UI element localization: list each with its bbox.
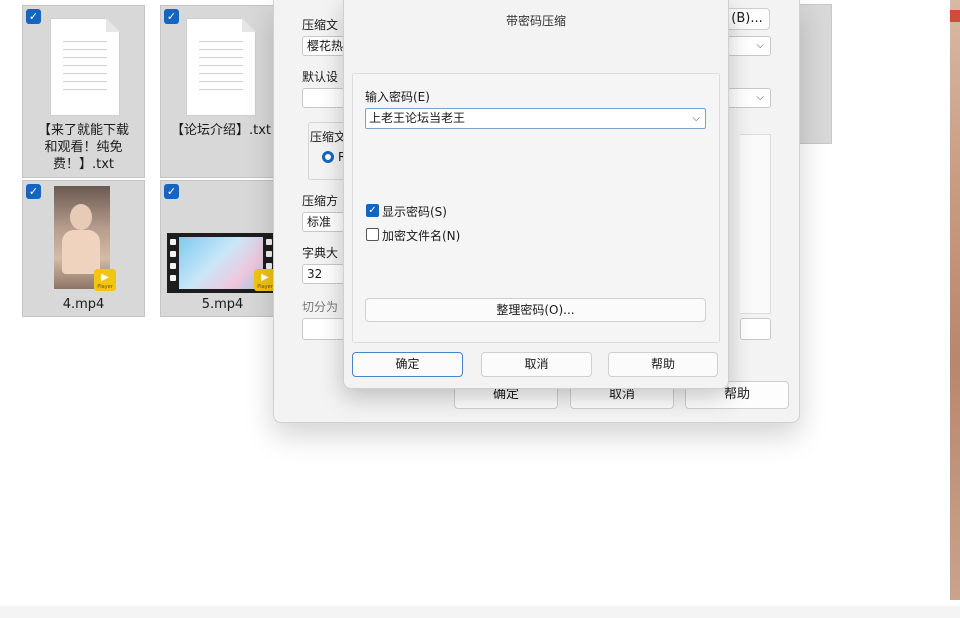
format-label: 压缩文 [310,130,347,144]
profile-button[interactable] [302,88,347,108]
text-file-icon [50,18,120,116]
file-tile[interactable]: ✓ ▶ Player 4.mp4 [22,180,145,317]
encrypt-filenames-checkbox[interactable] [366,228,379,241]
file-name: 4.mp4 [62,297,105,312]
update-mode-select[interactable]: ⌵ [724,36,771,56]
enter-password-label: 输入密码(E) [365,90,430,104]
photo-thumbnail-edge [950,0,960,600]
parameters-input[interactable] [740,318,771,340]
split-label: 切分为 [302,300,339,314]
file-tile[interactable]: ✓ 【来了就能下载 和观看！纯免 费！】.txt [22,5,145,178]
dictionary-label: 字典大 [302,246,339,260]
file-name: 5.mp4 [201,297,244,312]
player-badge-icon: ▶ Player [94,269,116,291]
chevron-down-icon[interactable]: ⌵ [692,109,700,128]
password-dialog: 带密码压缩 输入密码(E) 上老王论坛当老王 ⌵ ✓ 显示密码(S) 加密文件名… [343,0,729,389]
browse-button[interactable]: (B)... [724,8,770,30]
checkbox-checked-icon[interactable]: ✓ [26,184,41,199]
checkbox-checked-icon[interactable]: ✓ [164,9,179,24]
file-tile[interactable]: ✓ ▶ Player 5.mp4 [160,180,285,317]
rar-radio[interactable] [322,151,334,163]
chevron-down-icon: ⌵ [756,40,764,51]
file-name: 【来了就能下载 和观看！纯免 费！】.txt [37,123,129,172]
default-settings-label: 默认设 [302,70,339,84]
password-value: 上老王论坛当老王 [369,111,466,125]
checkbox-checked-icon[interactable]: ✓ [26,9,41,24]
method-label: 压缩方 [302,194,339,208]
show-password-label[interactable]: 显示密码(S) [382,203,447,220]
ok-button[interactable]: 确定 [352,352,463,377]
checkbox-checked-icon[interactable]: ✓ [164,184,179,199]
dialog-title: 带密码压缩 [505,14,566,28]
dictionary-select[interactable]: 32 [302,264,347,284]
file-name: 【论坛介绍】.txt [171,123,272,138]
options-select[interactable]: ⌵ [724,88,771,108]
photo-tag [950,10,960,22]
text-file-icon [186,18,256,116]
archive-name-input[interactable]: 樱花热 [302,36,347,56]
organize-passwords-button[interactable]: 整理密码(O)... [365,298,706,322]
bottom-strip [0,606,960,618]
method-select[interactable]: 标准 [302,212,347,232]
options-panel [740,134,771,314]
chevron-down-icon: ⌵ [756,92,764,103]
show-password-checkbox[interactable]: ✓ [366,204,379,217]
encrypt-filenames-label[interactable]: 加密文件名(N) [382,227,460,244]
split-input[interactable] [302,318,347,340]
archive-name-label: 压缩文 [302,18,339,32]
cancel-button[interactable]: 取消 [481,352,592,377]
password-input[interactable]: 上老王论坛当老王 ⌵ [365,108,706,129]
help-button[interactable]: 帮助 [608,352,718,377]
file-tile[interactable]: ✓ 【论坛介绍】.txt [160,5,285,178]
